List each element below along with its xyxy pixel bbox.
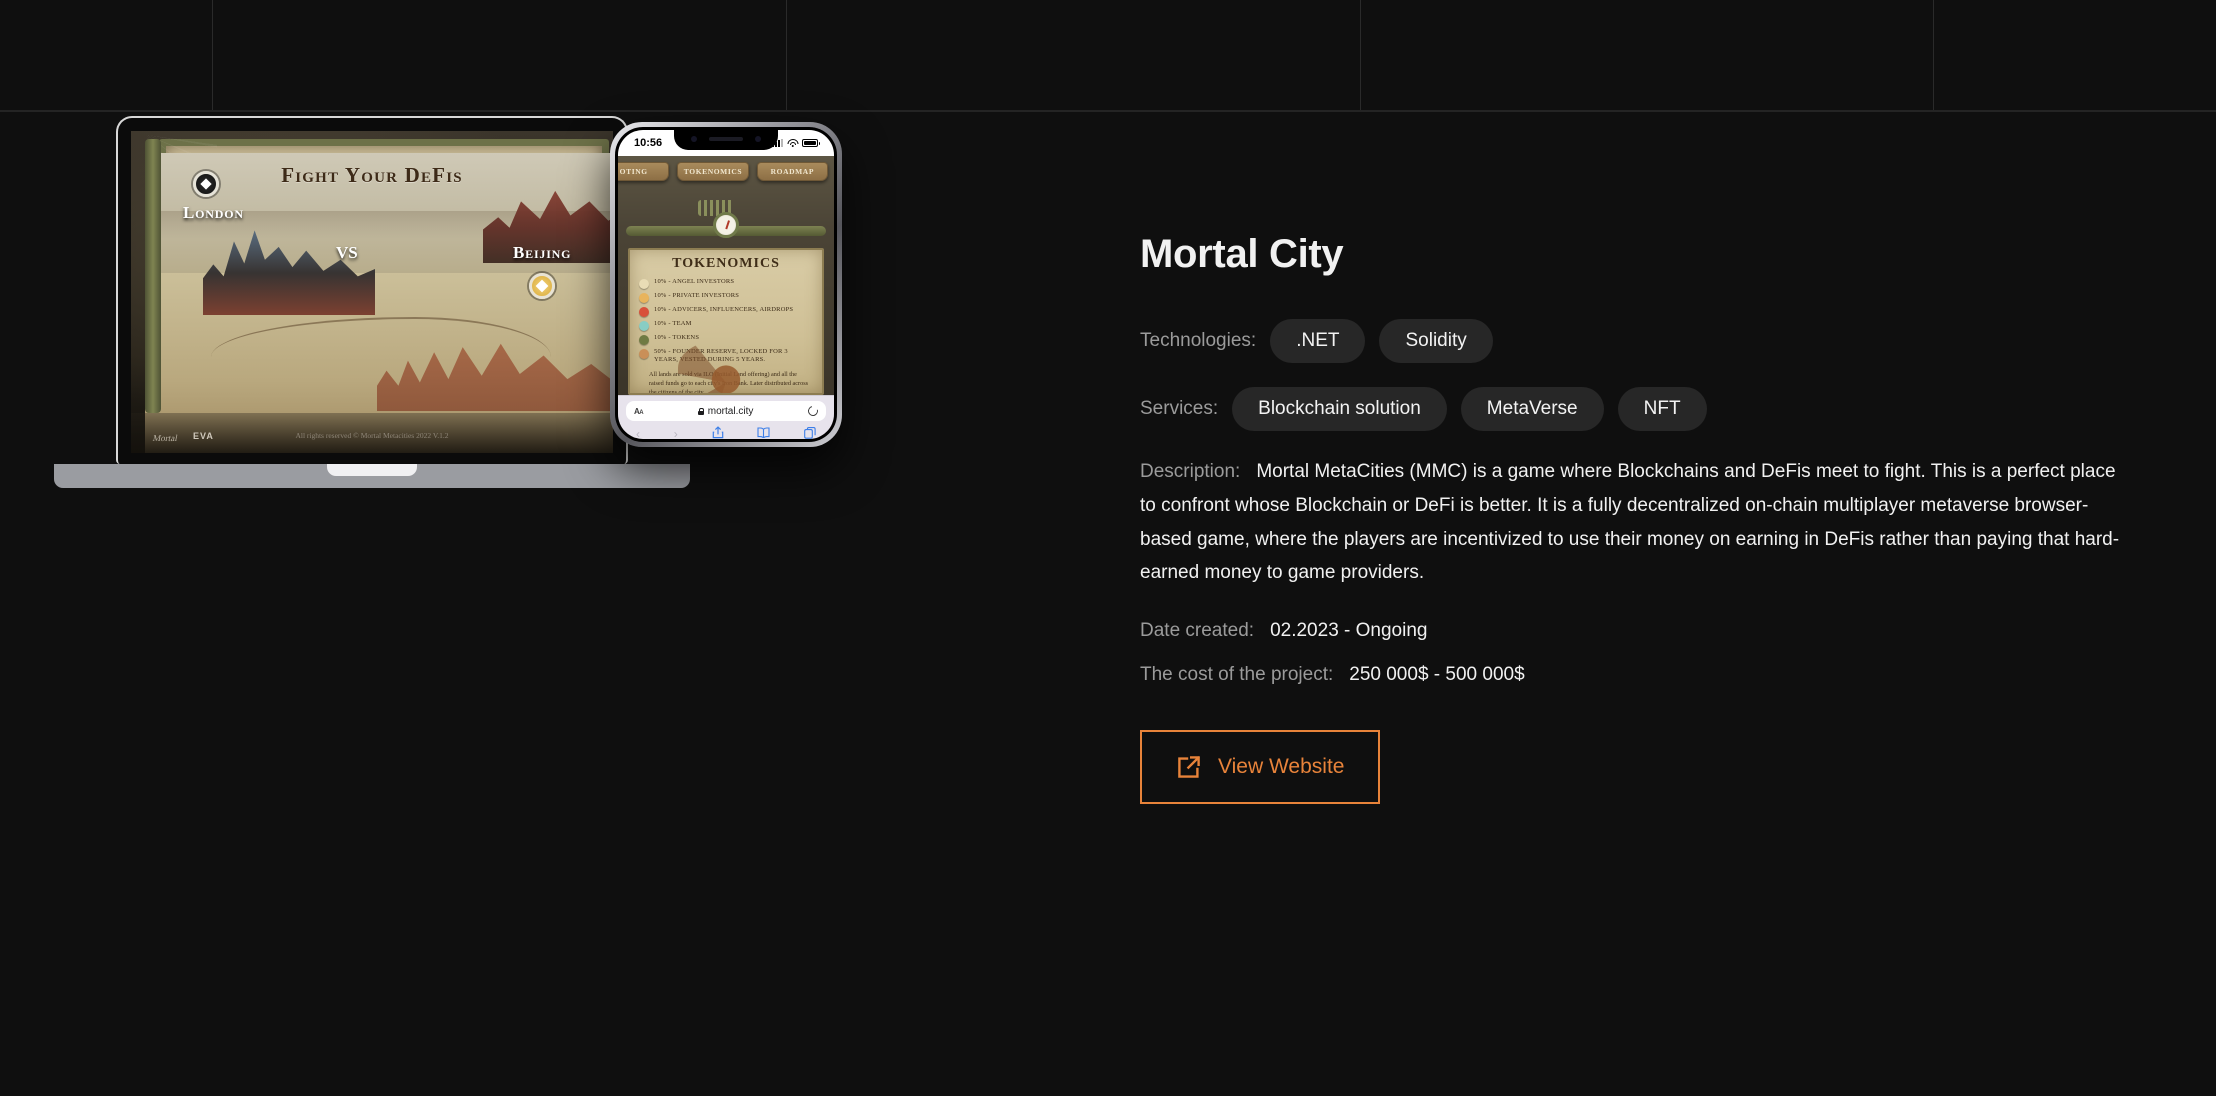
service-chip-metaverse[interactable]: MetaVerse: [1460, 387, 1604, 431]
beijing-label: Beijing: [513, 243, 572, 262]
earpiece-speaker: [709, 137, 743, 141]
tokenomics-item-label: 10% - TEAM: [654, 320, 692, 327]
technologies-chips: .NET Solidity: [1270, 319, 1493, 363]
services-label: Services:: [1140, 398, 1219, 419]
project-info-panel: Mortal City Technologies: .NET Solidity …: [1140, 232, 2160, 805]
safari-toolbar: ‹ ›: [626, 421, 826, 439]
text-size-icon[interactable]: AA: [634, 407, 644, 416]
pressure-gauge-icon: [713, 212, 739, 238]
background-grid: [0, 0, 2216, 110]
legend-dot-founder-reserve: [639, 349, 649, 359]
phone-screen: 10:56 OTING TOKENOMICS ROADMAP TOKENOMIC…: [618, 130, 834, 439]
laptop-mockup: Fight Your DeFis London VS Beijing Morta…: [54, 116, 690, 488]
wifi-icon: [787, 139, 798, 147]
lock-icon: [697, 407, 705, 415]
project-cost-row: The cost of the project: 250 000$ - 500 …: [1140, 664, 2160, 686]
grid-line-4: [1933, 0, 1934, 110]
description-label: Description:: [1140, 461, 1241, 482]
nav-tab-voting[interactable]: OTING: [618, 162, 670, 181]
description-text: Mortal MetaCities (MMC) is a game where …: [1140, 461, 2120, 584]
status-icon-group: [772, 139, 820, 147]
laptop-screen: Fight Your DeFis London VS Beijing Morta…: [131, 131, 613, 453]
tabs-icon[interactable]: [804, 426, 816, 440]
url-display: mortal.city: [643, 406, 808, 417]
tokenomics-item-label: 10% - ADVICERS, INFLUENCERS, AIRDROPS: [654, 306, 794, 313]
ethereum-badge-icon: [193, 171, 219, 197]
grid-line-3: [1360, 0, 1361, 110]
external-link-icon: [1176, 754, 1202, 780]
game-copyright: All rights reserved © Mortal Metacities …: [295, 431, 449, 440]
phone-notch: [674, 130, 778, 150]
bookmarks-icon[interactable]: [757, 427, 770, 439]
legend-dot-advicers: [639, 307, 649, 317]
back-icon[interactable]: ‹: [636, 428, 640, 440]
laptop-base-notch: [327, 464, 417, 476]
tokenomics-panel: TOKENOMICS 10% - ANGEL INVESTORS 10% - P…: [628, 248, 824, 395]
forward-icon[interactable]: ›: [674, 428, 678, 440]
date-created-value: 02.2023 - Ongoing: [1270, 620, 1428, 642]
tokenomics-item-label: 10% - TOKENS: [654, 334, 700, 341]
game-footer: Mortal EVA All rights reserved © Mortal …: [131, 413, 613, 453]
status-time: 10:56: [634, 137, 663, 149]
versus-label: VS: [336, 243, 358, 262]
legend-dot-tokens: [639, 335, 649, 345]
safari-address-bar[interactable]: AA mortal.city: [626, 401, 826, 421]
nav-tab-roadmap[interactable]: ROADMAP: [756, 162, 828, 181]
game-artwork: Fight Your DeFis London VS Beijing Morta…: [131, 131, 613, 453]
front-camera-icon: [755, 136, 761, 142]
legend-dot-team: [639, 321, 649, 331]
tokenomics-illustration: [678, 339, 774, 393]
tokenomics-item: 10% - PRIVATE INVESTORS: [639, 292, 813, 303]
view-website-label: View Website: [1218, 755, 1345, 779]
tech-chip-solidity[interactable]: Solidity: [1379, 319, 1493, 363]
project-cost-value: 250 000$ - 500 000$: [1349, 664, 1525, 686]
pipe-decoration: [626, 200, 826, 242]
tokenomics-item: 10% - ADVICERS, INFLUENCERS, AIRDROPS: [639, 306, 813, 317]
tech-chip-dotnet[interactable]: .NET: [1270, 319, 1366, 363]
proximity-sensor-icon: [691, 136, 697, 142]
legend-dot-angel-investors: [639, 279, 649, 289]
url-text: mortal.city: [707, 405, 754, 417]
tokenomics-item-label: 10% - PRIVATE INVESTORS: [654, 292, 740, 299]
laptop-lid: Fight Your DeFis London VS Beijing Morta…: [116, 116, 628, 464]
battery-icon: [802, 139, 820, 147]
device-mockups: Fight Your DeFis London VS Beijing Morta…: [0, 110, 1100, 730]
page-title: Mortal City: [1140, 232, 1344, 276]
share-icon[interactable]: [712, 426, 724, 439]
grid-line-1: [212, 0, 213, 110]
binance-badge-icon: [529, 273, 555, 299]
legend-dot-private-investors: [639, 293, 649, 303]
view-website-button[interactable]: View Website: [1140, 730, 1381, 805]
technologies-label: Technologies:: [1140, 330, 1257, 351]
reload-icon[interactable]: [806, 404, 820, 418]
tokenomics-item: 10% - ANGEL INVESTORS: [639, 278, 813, 289]
safari-browser-bar: AA mortal.city ‹ ›: [618, 395, 834, 439]
site-nav: OTING TOKENOMICS ROADMAP: [618, 162, 834, 181]
phone-website-content: OTING TOKENOMICS ROADMAP TOKENOMICS 10% …: [618, 156, 834, 395]
phone-mockup: 10:56 OTING TOKENOMICS ROADMAP TOKENOMIC…: [610, 122, 842, 447]
tokenomics-item-label: 10% - ANGEL INVESTORS: [654, 278, 735, 285]
tokenomics-title: TOKENOMICS: [672, 256, 780, 271]
date-created-row: Date created: 02.2023 - Ongoing: [1140, 620, 2160, 642]
project-case-page: Fight Your DeFis London VS Beijing Morta…: [0, 0, 2216, 1096]
services-chips: Blockchain solution MetaVerse NFT: [1232, 387, 1707, 431]
nav-tab-tokenomics[interactable]: TOKENOMICS: [677, 162, 749, 181]
date-created-label: Date created:: [1140, 620, 1255, 642]
services-row: Services: Blockchain solution MetaVerse …: [1140, 387, 2160, 431]
grid-line-2: [786, 0, 787, 110]
project-cost-label: The cost of the project:: [1140, 664, 1334, 686]
tokenomics-item: 10% - TEAM: [639, 320, 813, 331]
technologies-row: Technologies: .NET Solidity: [1140, 319, 2160, 363]
london-label: London: [183, 203, 244, 222]
service-chip-blockchain-solution[interactable]: Blockchain solution: [1232, 387, 1447, 431]
service-chip-nft[interactable]: NFT: [1617, 387, 1707, 431]
phone-bezel: 10:56 OTING TOKENOMICS ROADMAP TOKENOMIC…: [615, 127, 837, 442]
description-row: Description: Mortal MetaCities (MMC) is a…: [1140, 455, 2135, 590]
